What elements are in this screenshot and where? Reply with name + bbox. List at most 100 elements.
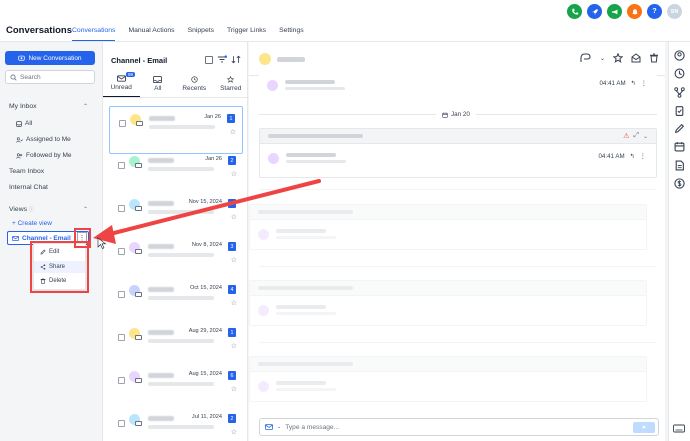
mail-open-icon[interactable] xyxy=(631,53,641,63)
select-all-checkbox[interactable] xyxy=(205,55,213,64)
team-inbox[interactable]: Team Inbox xyxy=(9,168,44,175)
sidebar-item-assigned[interactable]: Assigned to Me xyxy=(16,136,71,143)
tab-snippets[interactable]: Snippets xyxy=(188,27,214,41)
contact-name-redacted xyxy=(148,416,174,421)
mail-icon xyxy=(135,335,142,340)
pencil-icon[interactable] xyxy=(674,123,685,134)
document-icon[interactable] xyxy=(674,160,685,171)
tab-conversations[interactable]: Conversations xyxy=(72,27,116,41)
sidebar-item-label: All xyxy=(25,120,33,127)
conversation-checkbox[interactable] xyxy=(118,162,125,169)
message-card[interactable] xyxy=(249,204,647,250)
conversation-item[interactable]: Oct 15, 2024 4 ☆ xyxy=(109,278,243,326)
star-icon[interactable]: ☆ xyxy=(231,385,237,393)
message-card[interactable] xyxy=(249,280,647,326)
internal-chat[interactable]: Internal Chat xyxy=(9,184,48,191)
message-card[interactable] xyxy=(249,356,647,402)
sidebar-item-label: Assigned to Me xyxy=(26,136,71,143)
reply-icon[interactable]: ↰ xyxy=(631,80,636,87)
user-icon[interactable] xyxy=(674,50,685,61)
clock-icon xyxy=(191,75,198,83)
sidebar-item-all[interactable]: All xyxy=(16,120,32,127)
tab-trigger-links[interactable]: Trigger Links xyxy=(227,27,266,41)
help-icon[interactable]: ? xyxy=(647,4,662,19)
send-button[interactable]: ➤ xyxy=(633,422,655,433)
tab-settings[interactable]: Settings xyxy=(279,27,304,41)
star-icon[interactable]: ☆ xyxy=(231,170,237,178)
message-compose[interactable]: ⌄ Type a message... ➤ xyxy=(259,418,659,436)
recipient-redacted xyxy=(285,87,345,90)
tab-unread[interactable]: 99 Unread xyxy=(103,70,140,97)
more-options-icon[interactable]: ⋮ xyxy=(641,80,647,87)
chevron-up-icon[interactable]: ⌃ xyxy=(83,206,88,213)
conversation-item[interactable]: Jul 11, 2024 2 ☆ xyxy=(109,407,243,441)
rocket-icon[interactable] xyxy=(587,4,602,19)
sidebar-item-followed[interactable]: Followed by Me xyxy=(16,152,72,159)
preview-redacted xyxy=(148,210,214,214)
message-card[interactable]: 04:41 AM ↰ ⋮ xyxy=(259,72,657,99)
conversation-checkbox[interactable] xyxy=(118,291,125,298)
star-icon[interactable] xyxy=(613,53,623,63)
chevron-down-icon[interactable]: ⌄ xyxy=(643,133,648,140)
sort-icon[interactable] xyxy=(231,55,241,64)
inbox-icon xyxy=(153,75,163,83)
tab-recents[interactable]: Recents xyxy=(176,70,213,97)
assign-icon[interactable] xyxy=(580,53,592,63)
trash-icon[interactable] xyxy=(649,53,659,63)
preview-redacted xyxy=(149,125,215,129)
more-options-icon[interactable]: ⋮ xyxy=(640,153,646,160)
search-input[interactable]: Search xyxy=(5,70,95,84)
conversation-checkbox[interactable] xyxy=(118,420,125,427)
clipboard-check-icon[interactable] xyxy=(674,105,685,116)
tab-starred[interactable]: Starred xyxy=(213,70,250,97)
phone-icon[interactable] xyxy=(567,4,582,19)
my-inbox-heading[interactable]: My Inbox xyxy=(9,103,37,110)
star-icon[interactable]: ☆ xyxy=(230,128,236,136)
keyboard-icon[interactable] xyxy=(673,423,685,434)
highlight-menu xyxy=(30,241,89,293)
star-icon[interactable]: ☆ xyxy=(231,342,237,350)
contact-avatar[interactable] xyxy=(259,53,271,65)
create-view-link[interactable]: + Create view xyxy=(12,220,52,227)
conversation-checkbox[interactable] xyxy=(118,248,125,255)
user-avatar[interactable]: SN xyxy=(667,4,682,19)
preview-redacted xyxy=(148,382,214,386)
star-icon[interactable]: ☆ xyxy=(231,256,237,264)
conversation-item[interactable]: Jan 26 2 ☆ xyxy=(109,149,243,197)
conversation-item[interactable]: Aug 15, 2024 6 ☆ xyxy=(109,364,243,412)
conversation-checkbox[interactable] xyxy=(119,120,126,127)
megaphone-icon[interactable] xyxy=(607,4,622,19)
new-conversation-button[interactable]: New Conversation xyxy=(5,51,95,65)
chevron-up-icon[interactable]: ⌃ xyxy=(83,103,88,110)
star-icon[interactable]: ☆ xyxy=(231,299,237,307)
dollar-icon[interactable] xyxy=(674,178,685,189)
bell-icon[interactable] xyxy=(627,4,642,19)
mail-icon xyxy=(136,121,143,126)
expand-icon[interactable]: ⤢ xyxy=(633,132,639,140)
new-conversation-label: New Conversation xyxy=(28,54,82,62)
chevron-down-icon[interactable]: ⌄ xyxy=(600,55,605,62)
tab-manual-actions[interactable]: Manual Actions xyxy=(128,27,174,41)
conversation-checkbox[interactable] xyxy=(118,205,125,212)
chevron-down-icon[interactable]: ⌄ xyxy=(277,424,281,430)
unread-count-badge: 4 xyxy=(228,285,236,294)
conversation-item[interactable]: Nov 8, 2024 3 ☆ xyxy=(109,235,243,283)
star-icon[interactable]: ☆ xyxy=(231,213,237,221)
conversation-checkbox[interactable] xyxy=(118,334,125,341)
list-tools xyxy=(205,55,241,64)
calendar-icon[interactable] xyxy=(674,141,685,152)
reply-icon[interactable]: ↰ xyxy=(630,153,635,160)
clock-icon[interactable] xyxy=(674,68,685,79)
conversation-item[interactable]: Aug 29, 2024 1 ☆ xyxy=(109,321,243,369)
conversation-item[interactable]: Jan 26 1 ☆ xyxy=(109,106,243,154)
conversation-date: Nov 15, 2024 xyxy=(188,199,222,205)
message-card[interactable]: ⚠ ⤢ ⌄ 04:41 AM ↰ ⋮ xyxy=(259,128,657,178)
star-icon[interactable]: ☆ xyxy=(231,428,237,436)
filter-icon[interactable] xyxy=(217,55,227,64)
message-time-row: 04:41 AM ↰ ⋮ xyxy=(598,153,646,160)
preview-redacted xyxy=(148,425,214,429)
conversation-checkbox[interactable] xyxy=(118,377,125,384)
tab-all[interactable]: All xyxy=(140,70,177,97)
workflow-icon[interactable] xyxy=(674,87,685,98)
conversation-item[interactable]: Nov 15, 2024 4 ☆ xyxy=(109,192,243,240)
